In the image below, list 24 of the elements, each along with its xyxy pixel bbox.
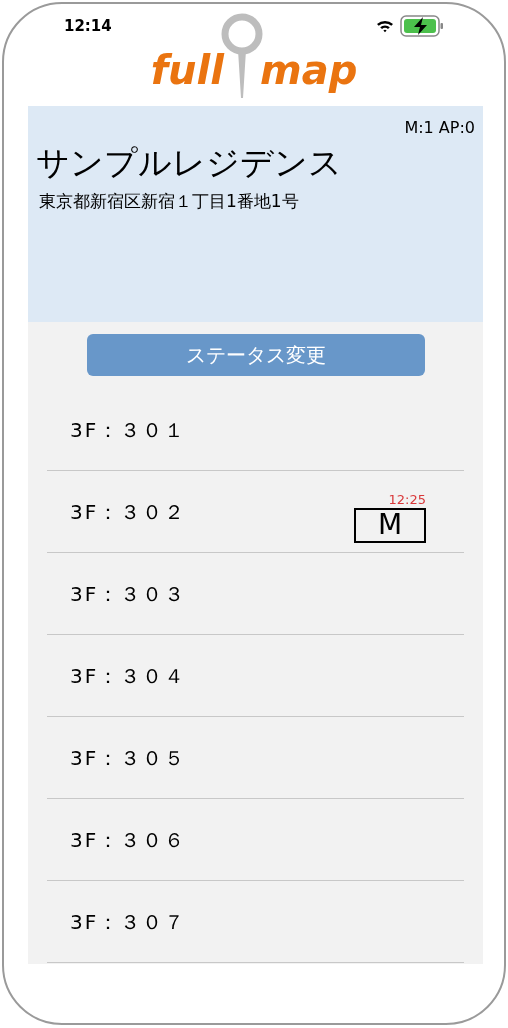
room-label: 3F：３０３ (70, 580, 187, 608)
logo-text: full (150, 50, 224, 95)
room-label: 3F：３０４ (70, 662, 187, 690)
room-label: 3F：３０７ (70, 908, 187, 936)
room-row[interactable]: 3F：３０５ (47, 717, 464, 799)
count-summary: M:1 AP:0 (404, 117, 475, 139)
logo-text: map (260, 50, 358, 95)
room-row[interactable]: 3F：３０２ 12:25 M (47, 471, 464, 553)
room-row[interactable]: 3F：３０３ (47, 553, 464, 635)
room-row[interactable]: 3F：３０７ (47, 881, 464, 963)
battery-charging-icon (400, 15, 444, 37)
wifi-icon (376, 19, 394, 33)
room-label: 3F：３０５ (70, 744, 187, 772)
room-row[interactable]: 3F：３０４ (47, 635, 464, 717)
room-label: 3F：３０６ (70, 826, 187, 854)
room-label: 3F：３０１ (70, 416, 187, 444)
property-address: 東京都新宿区新宿１丁目1番地1号 (39, 190, 300, 214)
status-badge: M (354, 507, 426, 543)
property-name: サンプルレジデンス (36, 142, 343, 184)
status-time: 12:14 (64, 15, 112, 37)
room-row[interactable]: 3F：３０６ (47, 799, 464, 881)
room-label: 3F：３０２ (70, 498, 187, 526)
badge-time: 12:25 (388, 492, 426, 506)
room-row[interactable]: 3F：３０１ (47, 389, 464, 471)
